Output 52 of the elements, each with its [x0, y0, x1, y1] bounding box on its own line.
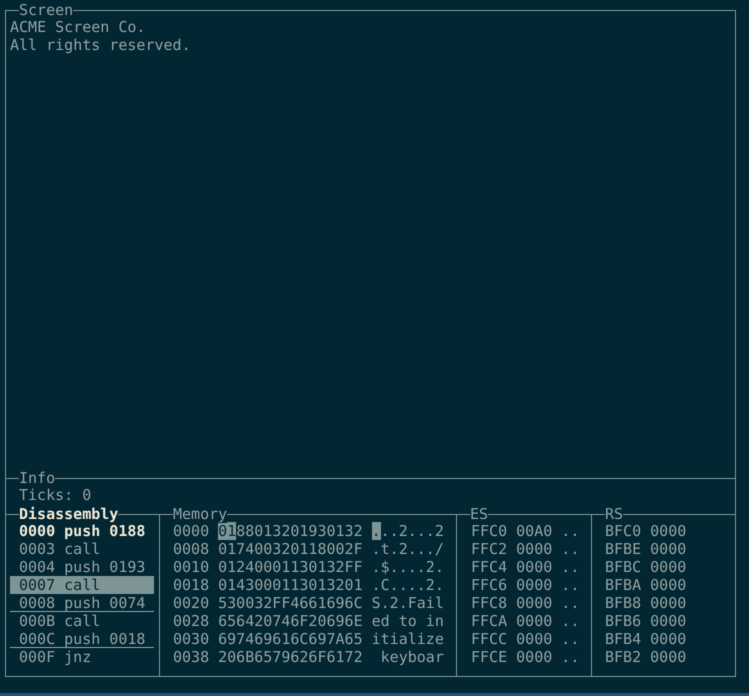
disassembly-line[interactable]: 0004 push 0193	[10, 558, 154, 576]
memory-hex: 0188013201930132	[218, 522, 363, 540]
stack-entry: BFBA 0000	[605, 576, 686, 594]
panel-title: Disassembly	[19, 505, 118, 523]
memory-hex: 01240001130132FF	[218, 558, 363, 576]
stack-entry: BFC0 0000	[605, 522, 686, 540]
memory-hex: 656420746F20696E	[218, 612, 363, 630]
memory-ascii: ed to in	[372, 612, 444, 630]
memory-ascii: .C....2.	[372, 576, 444, 594]
disassembly-line[interactable]: 000C push 0018	[10, 630, 154, 648]
memory-address: 0038	[173, 648, 210, 666]
memory-ascii: .t.2.../	[372, 540, 444, 558]
memory-ascii: S.2.Fail	[372, 594, 444, 612]
memory-address: 0010	[173, 558, 210, 576]
stack-entry: BFBC 0000	[605, 558, 686, 576]
memory-hex: 206B6579626F6172	[218, 648, 363, 666]
memory-hex: 017400320118002F	[218, 540, 363, 558]
memory-ascii: keyboar	[380, 648, 444, 666]
ticks-counter: Ticks: 0	[19, 486, 92, 504]
stack-entry: FFC8 0000 ..	[471, 594, 580, 612]
disassembly-line[interactable]: 0003 call	[10, 540, 154, 558]
stack-entry: FFC4 0000 ..	[471, 558, 580, 576]
panel-title: Memory	[173, 505, 228, 523]
memory-ascii: ...2...2	[372, 522, 444, 540]
stack-entry: FFC0 00A0 ..	[471, 522, 580, 540]
screen-text: ACME Screen Co.	[10, 18, 146, 36]
memory-address: 0030	[173, 630, 210, 648]
disassembly-line[interactable]: 000B call	[10, 612, 154, 630]
stack-entry: FFCE 0000 ..	[471, 648, 580, 666]
disassembly-line[interactable]: 0000 push 0188	[10, 522, 154, 540]
stack-entry: BFB4 0000	[605, 630, 686, 648]
memory-address: 0028	[173, 612, 210, 630]
disassembly-line[interactable]: 000F jnz	[10, 648, 154, 666]
stack-entry: BFB2 0000	[605, 648, 686, 666]
stack-entry: BFB6 0000	[605, 612, 686, 630]
memory-hex: 697469616C697A65	[218, 630, 363, 648]
disassembly-line[interactable]: 0008 push 0074	[10, 594, 154, 612]
memory-ascii: .$....2.	[372, 558, 444, 576]
memory-hex: 530032FF4661696C	[218, 594, 363, 612]
memory-address: 0018	[173, 576, 210, 594]
memory-hex: 0143000113013201	[218, 576, 363, 594]
stack-entry: FFCC 0000 ..	[471, 630, 580, 648]
stack-entry: FFC2 0000 ..	[471, 540, 580, 558]
stack-entry: BFBE 0000	[605, 540, 686, 558]
memory-address: 0000	[173, 522, 210, 540]
memory-address: 0020	[173, 594, 210, 612]
memory-ascii: itialize	[372, 630, 444, 648]
stack-entry: FFCA 0000 ..	[471, 612, 580, 630]
memory-address: 0008	[173, 540, 210, 558]
screen-text: All rights reserved.	[10, 36, 191, 54]
stack-entry: BFB8 0000	[605, 594, 686, 612]
stack-entry: FFC6 0000 ..	[471, 576, 580, 594]
